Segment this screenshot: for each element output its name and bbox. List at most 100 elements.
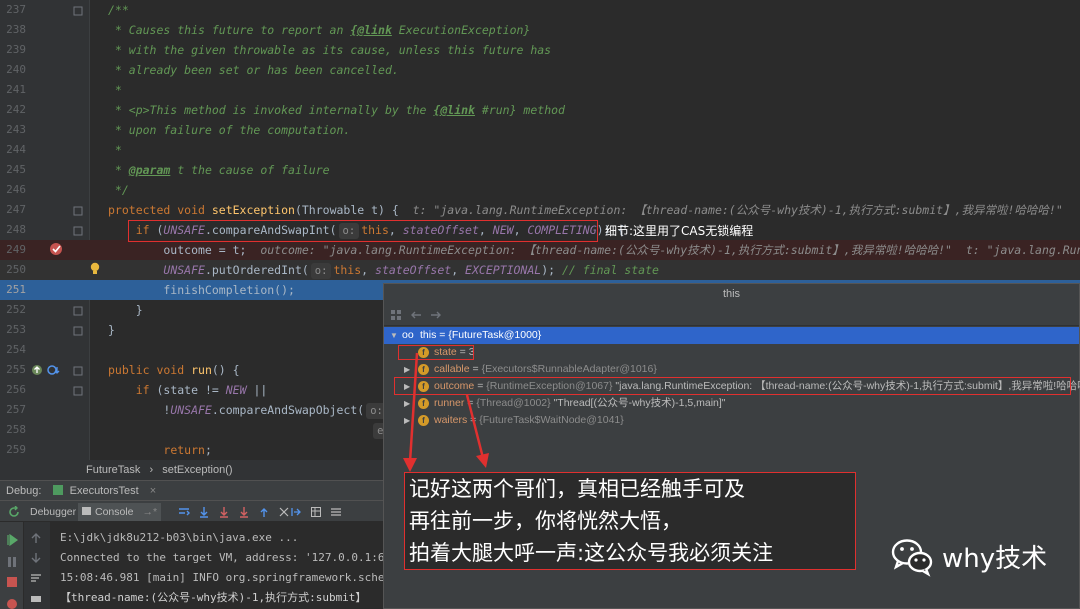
code-line[interactable]: 237 /** [0,0,1080,20]
tab-console[interactable]: Console →* [78,503,162,521]
annotation-arrows [403,352,489,472]
code-line[interactable]: 238 * Causes this future to report an {@… [0,20,1080,40]
fold-icon[interactable] [72,225,84,237]
code-line[interactable]: 239 * with the given throwable as its ca… [0,40,1080,60]
code-token: t: "java.lang.RuntimeException: 【thread-… [412,203,1063,217]
variable-name: this [420,329,437,341]
code-text: */ [108,180,129,200]
code-token: , [451,263,466,277]
breakpoint-icon[interactable] [49,242,63,256]
code-text: protected void setException(Throwable t)… [108,200,1063,220]
code-text: * [108,140,122,160]
trace-icon[interactable] [330,506,342,518]
fold-icon[interactable] [72,325,84,337]
console-line: Connected to the target VM, address: '12… [60,551,385,564]
step-out-icon[interactable] [258,506,270,518]
fold-icon[interactable] [72,305,84,317]
stop-icon[interactable] [6,576,18,588]
console-line: 15:08:46.981 [main] INFO org.springframe… [60,571,385,584]
print-icon[interactable] [30,592,42,604]
breadcrumb-method[interactable]: setException() [162,464,232,476]
code-line[interactable]: 246 */ [0,180,1080,200]
code-line[interactable]: 240 * already been set or has been cance… [0,60,1080,80]
code-line[interactable]: 241 * [0,80,1080,100]
variable-equals: = [436,329,449,341]
line-number: 243 [6,123,26,136]
code-line[interactable]: 247 protected void setException(Throwable… [0,200,1080,220]
code-token: o: [310,263,332,279]
line-number: 245 [6,163,26,176]
line-number: 244 [6,143,26,156]
evaluate-expression-icon[interactable] [310,506,322,518]
debug-side-toolbar [0,522,24,609]
code-token: /** [108,3,129,17]
code-text: finishCompletion(); [108,280,295,300]
code-text: UNSAFE.putOrderedInt(o: this, stateOffset… [108,260,659,280]
fold-icon[interactable] [72,385,84,397]
pause-icon[interactable] [6,556,18,568]
step-into-icon[interactable] [218,506,230,518]
code-text: * with the given throwable as its cause,… [108,40,551,60]
frames-icon[interactable] [390,309,402,321]
back-arrow-icon[interactable] [410,309,422,321]
show-execution-point-icon[interactable] [178,506,190,518]
console-icon [82,507,91,515]
breadcrumb-class[interactable]: FutureTask [86,464,140,476]
code-token: (state != [156,383,226,397]
view-breakpoints-icon[interactable] [6,598,18,609]
resume-icon[interactable] [6,534,18,546]
run-config-tab[interactable]: ExecutorsTest [70,485,139,497]
code-text: expe [108,420,408,440]
scroll-up-icon[interactable] [30,532,42,544]
fold-icon[interactable] [72,5,84,17]
code-token: * upon failure of the computation. [108,123,351,137]
code-token: #run} method [474,103,565,117]
code-line[interactable]: 243 * upon failure of the computation. [0,120,1080,140]
debug-tabs: Debugger Console →* [0,500,385,522]
debug-label: Debug: [6,485,42,497]
code-token: .putOrderedInt( [204,263,309,277]
drop-frame-icon[interactable] [278,506,290,518]
code-text: } [108,320,115,340]
caption-line: 拍着大腿大呼一声:这公众号我必须关注 [409,541,774,565]
line-number: 252 [6,303,26,316]
code-token: if [135,383,157,397]
override-icon[interactable] [31,364,43,376]
console-pin-icon[interactable]: →* [142,506,157,518]
expand-toggle-icon[interactable]: ▼ [390,327,400,344]
code-line[interactable]: 242 * <p>This method is invoked internal… [0,100,1080,120]
code-token: ! [108,403,171,417]
tab-console-label: Console [95,506,134,518]
code-line[interactable]: 250 UNSAFE.putOrderedInt(o: this, stateOf… [0,260,1080,280]
fold-icon[interactable] [72,365,84,377]
forward-arrow-icon[interactable] [430,309,442,321]
console-output[interactable]: E:\jdk\jdk8u212-b03\bin\java.exe ... Con… [50,522,385,609]
line-number: 256 [6,383,26,396]
code-text: if (state != NEW || [108,380,268,400]
fold-icon[interactable] [72,205,84,217]
line-number: 248 [6,223,26,236]
lightbulb-icon[interactable] [89,262,101,276]
variable-type: {Executors$RunnableAdapter@1016} [481,363,657,375]
line-number: 241 [6,83,26,96]
close-tab-icon[interactable]: × [150,485,156,497]
tab-debugger[interactable]: Debugger [26,503,80,521]
rerun-icon[interactable] [8,506,20,518]
scroll-down-icon[interactable] [30,552,42,564]
code-text: * Causes this future to report an {@link… [108,20,530,40]
code-text: * already been set or has been cancelled… [108,60,399,80]
implementation-icon[interactable] [47,364,61,376]
code-line[interactable]: 244 * [0,140,1080,160]
force-step-into-icon[interactable] [238,506,250,518]
code-line[interactable]: 249 outcome = t; outcome: "java.lang.Run… [0,240,1080,260]
code-token: {@link [433,103,475,117]
code-line[interactable]: 245 * @param t the cause of failure [0,160,1080,180]
soft-wrap-icon[interactable] [30,572,42,584]
run-to-cursor-icon[interactable] [290,506,302,518]
code-token: * already been set or has been cancelled… [108,63,399,77]
step-over-icon[interactable] [198,506,210,518]
variable-row[interactable]: ▼ oo this = {FutureTask@1000} [384,327,1079,344]
code-token: * Causes this future to report an [108,23,351,37]
variable-type: {FutureTask@1000} [448,329,542,341]
